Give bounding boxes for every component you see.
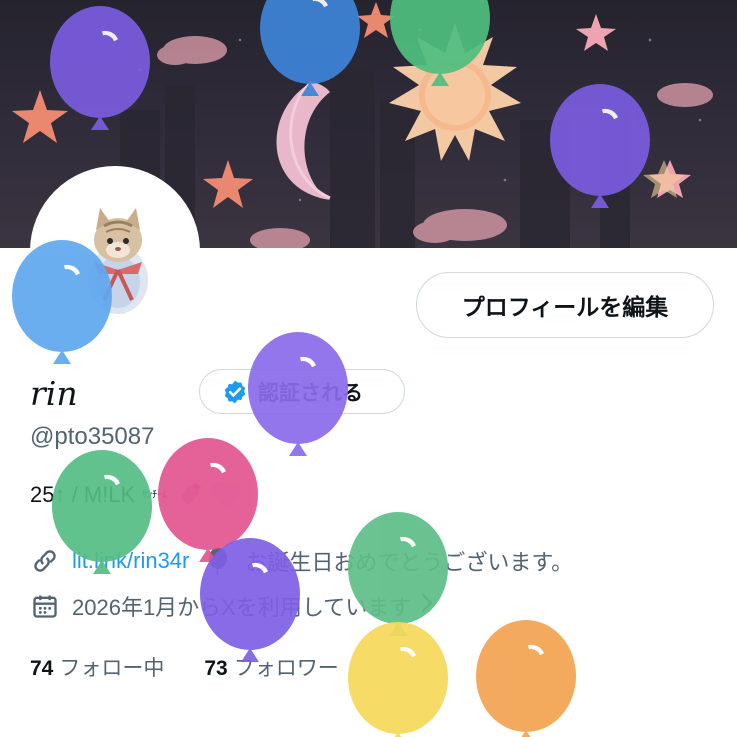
verified-badge-icon [224, 380, 246, 403]
balloon-icon [348, 622, 448, 737]
link-icon [30, 546, 60, 576]
calendar-icon [30, 591, 60, 621]
balloon-icon [203, 546, 233, 576]
followers-link[interactable]: 73 フォロワー [204, 652, 338, 682]
bio-kana: ｻﾝﾁｰﾑ [142, 489, 168, 501]
following-link[interactable]: 74 フォロー中 [30, 652, 164, 682]
edit-profile-button[interactable]: プロフィールを編集 [416, 272, 714, 338]
birthday-text: お誕生日おめでとうございます。 [245, 550, 574, 575]
bio-text: 25↑ / M!LK [30, 482, 136, 507]
chevron-right-icon [419, 592, 435, 620]
cat-plush-avatar-icon [88, 208, 148, 314]
baby-bottle-icon [181, 482, 202, 505]
follow-counts: 74 フォロー中 73 フォロワー [30, 652, 339, 682]
profile-name: rin [30, 374, 78, 413]
profile-handle: @pto35087 [30, 423, 155, 450]
profile-link[interactable]: lit.link/rin34r [72, 548, 189, 574]
get-verified-button[interactable]: 認証される [199, 369, 405, 414]
following-label: フォロー中 [59, 657, 165, 680]
avatar[interactable] [30, 166, 200, 336]
balloon-icon [476, 620, 576, 737]
joined-date: 2026年1月からXを利用しています [72, 595, 412, 620]
profile-meta-row: lit.link/rin34r お誕生日おめでとうございます。 [30, 545, 573, 577]
followers-count: 73 [204, 657, 228, 680]
white-heart-icon [212, 482, 240, 507]
followers-label: フォロワー [233, 657, 339, 680]
profile-meta-row[interactable]: 2026年1月からXを利用しています [30, 590, 435, 622]
profile-bio: 25↑ / M!LK ｻﾝﾁｰﾑ [30, 482, 240, 508]
get-verified-label: 認証される [258, 380, 363, 405]
following-count: 74 [30, 657, 54, 680]
